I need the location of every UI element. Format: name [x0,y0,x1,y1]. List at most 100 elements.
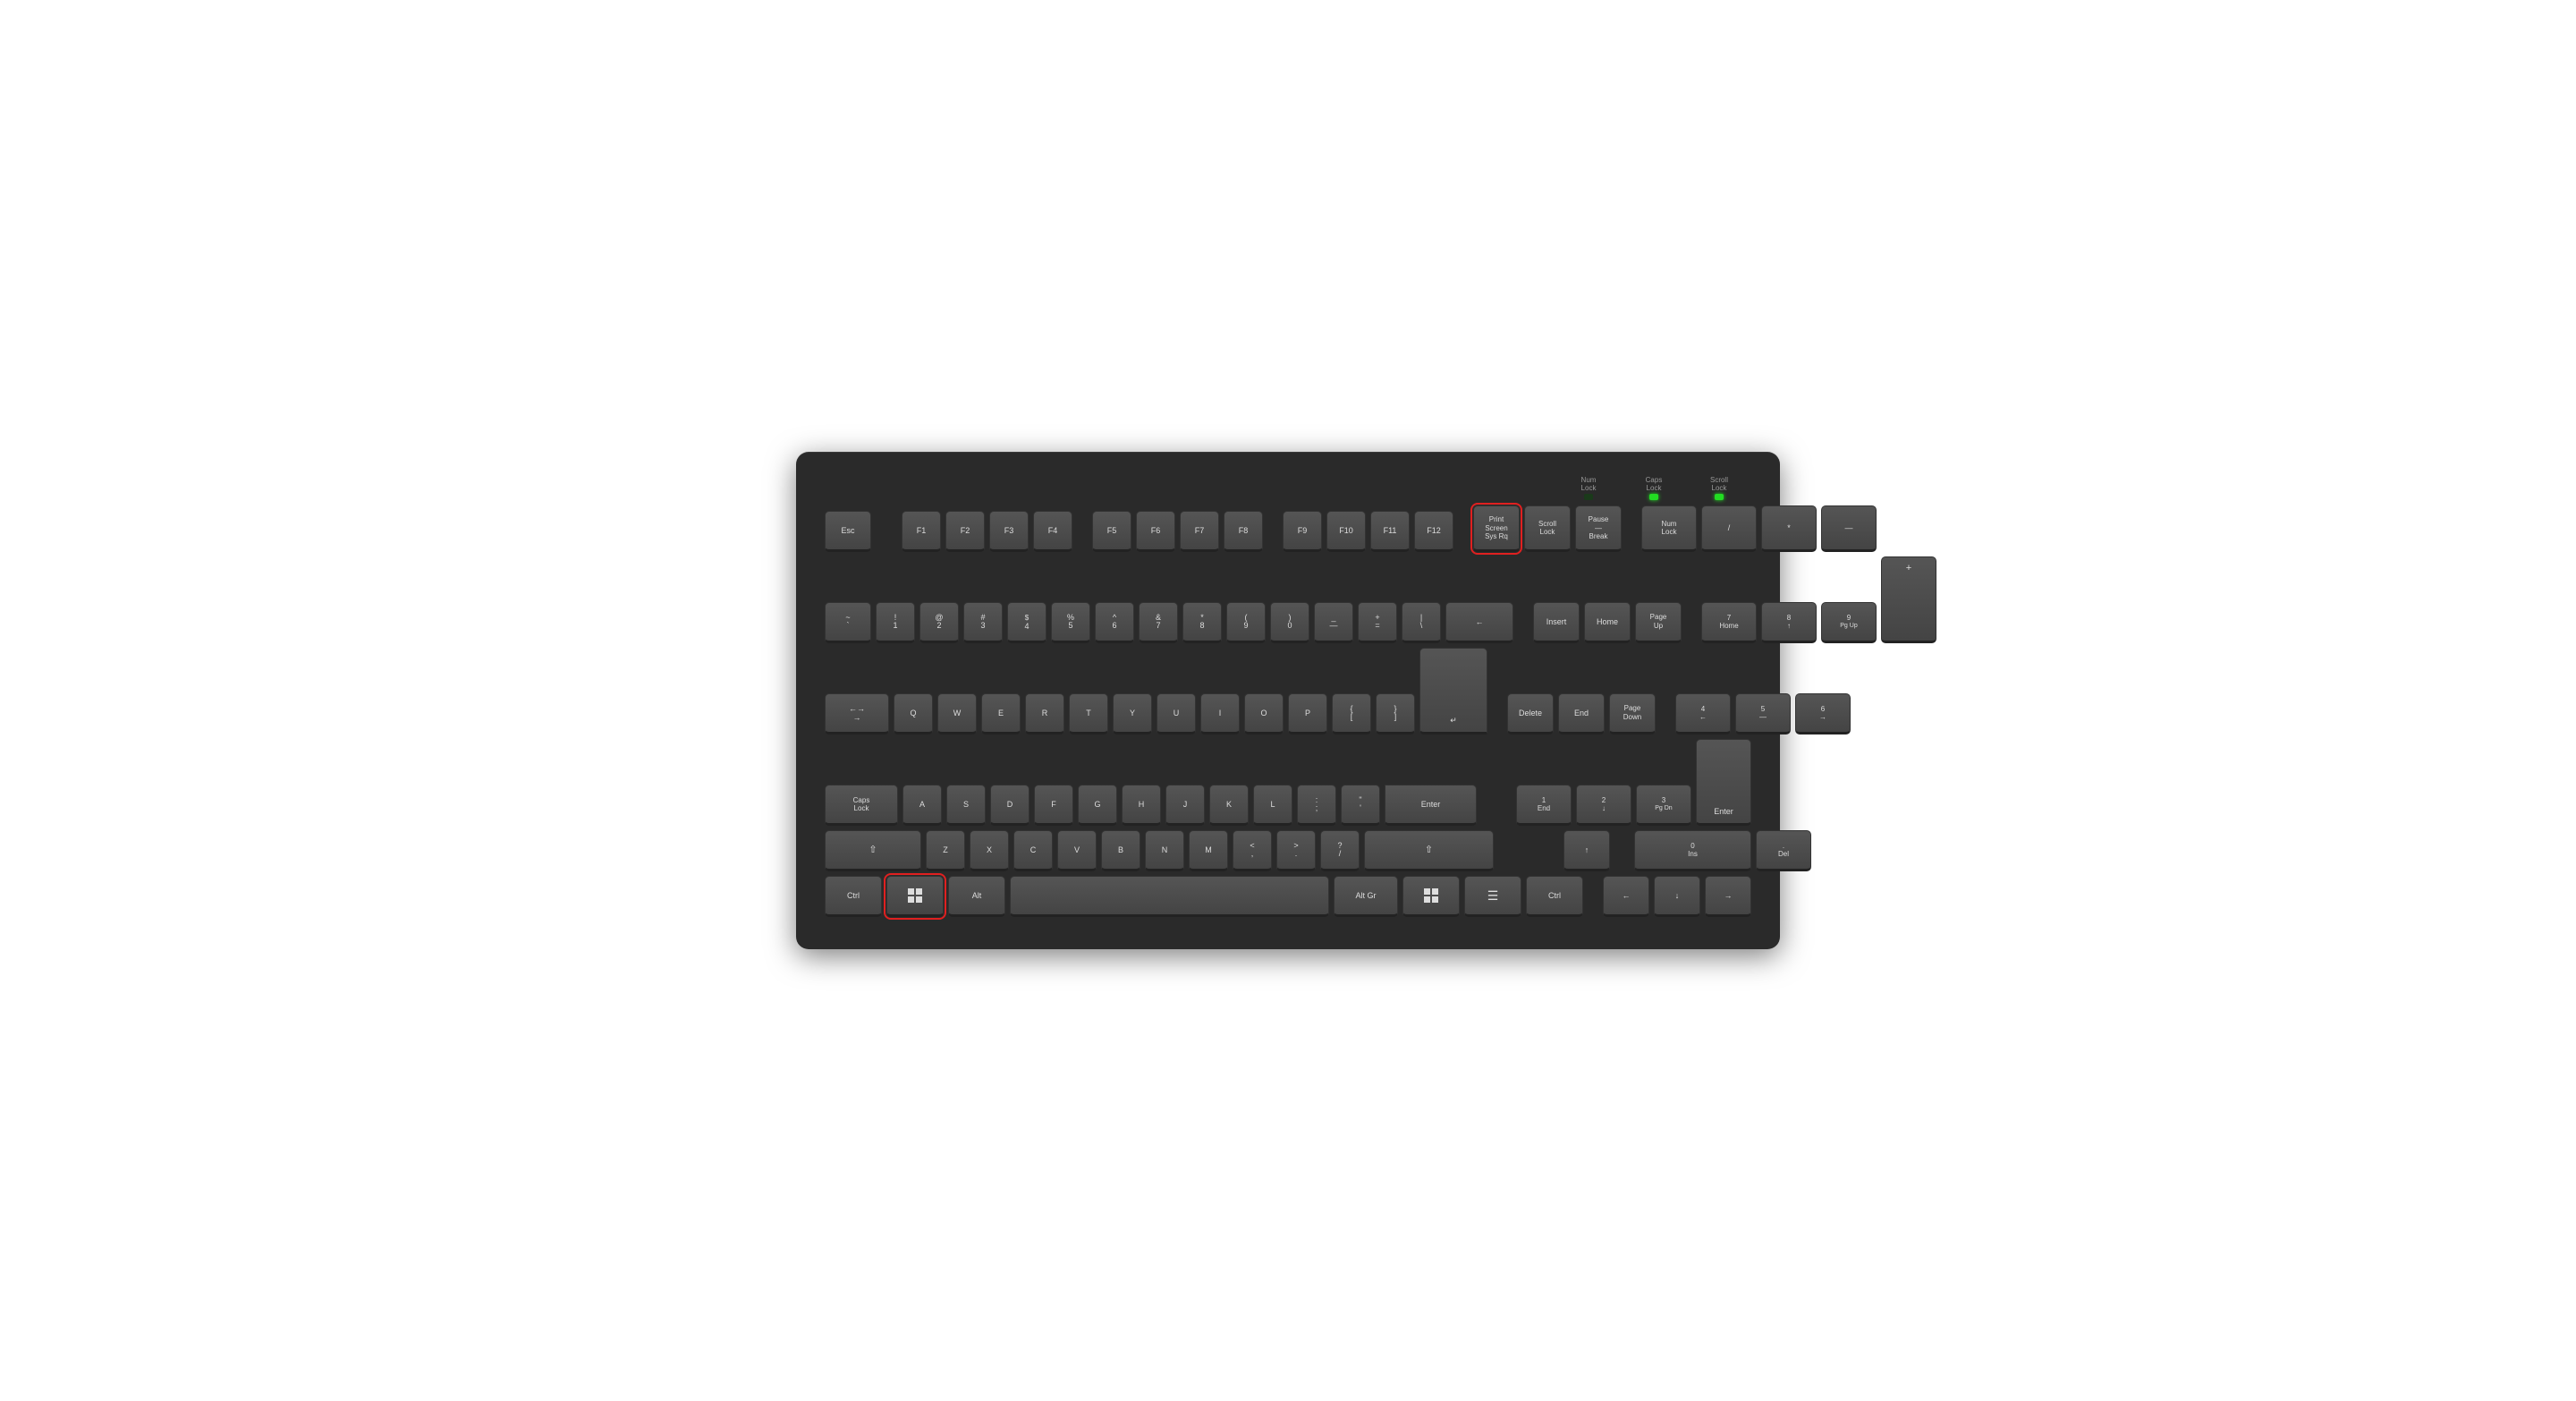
f12-key[interactable]: F12 [1414,511,1453,552]
down-arrow-key[interactable]: ↓ [1654,876,1700,917]
menu-key[interactable]: ☰ [1464,876,1521,917]
f6-key[interactable]: F6 [1136,511,1175,552]
np-div-key[interactable]: / [1701,505,1757,552]
f8-key[interactable]: F8 [1224,511,1263,552]
esc-key[interactable]: Esc [825,511,871,552]
4-key[interactable]: $4 [1007,602,1046,643]
np6-key[interactable]: 6→ [1795,693,1851,734]
3-key[interactable]: #3 [963,602,1003,643]
ctrl-left-key[interactable]: Ctrl [825,876,882,917]
np-mul-key[interactable]: * [1761,505,1817,552]
insert-key[interactable]: Insert [1533,602,1580,643]
pipe-key[interactable]: |\ [1402,602,1441,643]
z-key[interactable]: Z [926,830,965,871]
f5-key[interactable]: F5 [1092,511,1131,552]
home-key[interactable]: Home [1584,602,1631,643]
np-dot-key[interactable]: .Del [1756,830,1811,871]
delete-key[interactable]: Delete [1507,693,1554,734]
c-key[interactable]: C [1013,830,1053,871]
np0-key[interactable]: 0Ins [1634,830,1751,871]
f1-key[interactable]: F1 [902,511,941,552]
u-key[interactable]: U [1157,693,1196,734]
space-key[interactable] [1010,876,1329,917]
scroll-lock-key[interactable]: ScrollLock [1524,505,1571,552]
close-bracket-key[interactable]: }] [1376,693,1415,734]
x-key[interactable]: X [970,830,1009,871]
l-key[interactable]: L [1253,785,1292,826]
page-up-key[interactable]: PageUp [1635,602,1682,643]
minus-key[interactable]: _— [1314,602,1353,643]
np9-key[interactable]: 9Pg Up [1821,602,1877,643]
enter-top-key[interactable]: ↵ [1419,648,1487,734]
n-key[interactable]: N [1145,830,1184,871]
np8-key[interactable]: 8↑ [1761,602,1817,643]
print-screen-key[interactable]: PrintScreenSys Rq [1473,505,1520,552]
equals-key[interactable]: += [1358,602,1397,643]
np2-key[interactable]: 2↓ [1576,785,1631,826]
w-key[interactable]: W [937,693,977,734]
f11-key[interactable]: F11 [1370,511,1410,552]
f3-key[interactable]: F3 [989,511,1029,552]
comma-key[interactable]: <, [1233,830,1272,871]
win-left-key[interactable] [886,876,944,917]
h-key[interactable]: H [1122,785,1161,826]
9-key[interactable]: (9 [1226,602,1266,643]
s-key[interactable]: S [946,785,986,826]
np-sub-key[interactable]: — [1821,505,1877,552]
period-key[interactable]: >. [1276,830,1316,871]
q-key[interactable]: Q [894,693,933,734]
np-plus-key[interactable]: + [1881,556,1936,643]
np4-key[interactable]: 4← [1675,693,1731,734]
e-key[interactable]: E [981,693,1021,734]
ctrl-right-key[interactable]: Ctrl [1526,876,1583,917]
np7-key[interactable]: 7Home [1701,602,1757,643]
tab-key[interactable]: ←→→ [825,693,889,734]
1-key[interactable]: !1 [876,602,915,643]
5-key[interactable]: %5 [1051,602,1090,643]
p-key[interactable]: P [1288,693,1327,734]
up-arrow-key[interactable]: ↑ [1563,830,1610,871]
shift-right-key[interactable]: ⇧ [1364,830,1494,871]
slash-key[interactable]: ?/ [1320,830,1360,871]
semicolon-key[interactable]: :; [1297,785,1336,826]
win-right-key[interactable] [1402,876,1460,917]
quote-key[interactable]: "' [1341,785,1380,826]
f4-key[interactable]: F4 [1033,511,1072,552]
tilde-key[interactable]: ~` [825,602,871,643]
b-key[interactable]: B [1101,830,1140,871]
g-key[interactable]: G [1078,785,1117,826]
shift-left-key[interactable]: ⇧ [825,830,921,871]
i-key[interactable]: I [1200,693,1240,734]
f9-key[interactable]: F9 [1283,511,1322,552]
m-key[interactable]: M [1189,830,1228,871]
enter-bottom-key[interactable]: Enter [1385,785,1477,826]
f-key[interactable]: F [1034,785,1073,826]
6-key[interactable]: ^6 [1095,602,1134,643]
page-down-key[interactable]: PageDown [1609,693,1656,734]
f7-key[interactable]: F7 [1180,511,1219,552]
f2-key[interactable]: F2 [945,511,985,552]
a-key[interactable]: A [902,785,942,826]
alt-gr-key[interactable]: Alt Gr [1334,876,1398,917]
num-lock-key[interactable]: NumLock [1641,505,1697,552]
open-bracket-key[interactable]: {[ [1332,693,1371,734]
caps-lock-key[interactable]: CapsLock [825,785,898,826]
alt-left-key[interactable]: Alt [948,876,1005,917]
8-key[interactable]: *8 [1182,602,1222,643]
right-arrow-key[interactable]: → [1705,876,1751,917]
r-key[interactable]: R [1025,693,1064,734]
v-key[interactable]: V [1057,830,1097,871]
np3-key[interactable]: 3Pg Dn [1636,785,1691,826]
2-key[interactable]: @2 [919,602,959,643]
o-key[interactable]: O [1244,693,1284,734]
np5-key[interactable]: 5— [1735,693,1791,734]
7-key[interactable]: &7 [1139,602,1178,643]
k-key[interactable]: K [1209,785,1249,826]
0-key[interactable]: )0 [1270,602,1309,643]
np1-key[interactable]: 1End [1516,785,1572,826]
y-key[interactable]: Y [1113,693,1152,734]
t-key[interactable]: T [1069,693,1108,734]
pause-break-key[interactable]: Pause—Break [1575,505,1622,552]
np-enter-key[interactable]: Enter [1696,739,1751,826]
f10-key[interactable]: F10 [1326,511,1366,552]
